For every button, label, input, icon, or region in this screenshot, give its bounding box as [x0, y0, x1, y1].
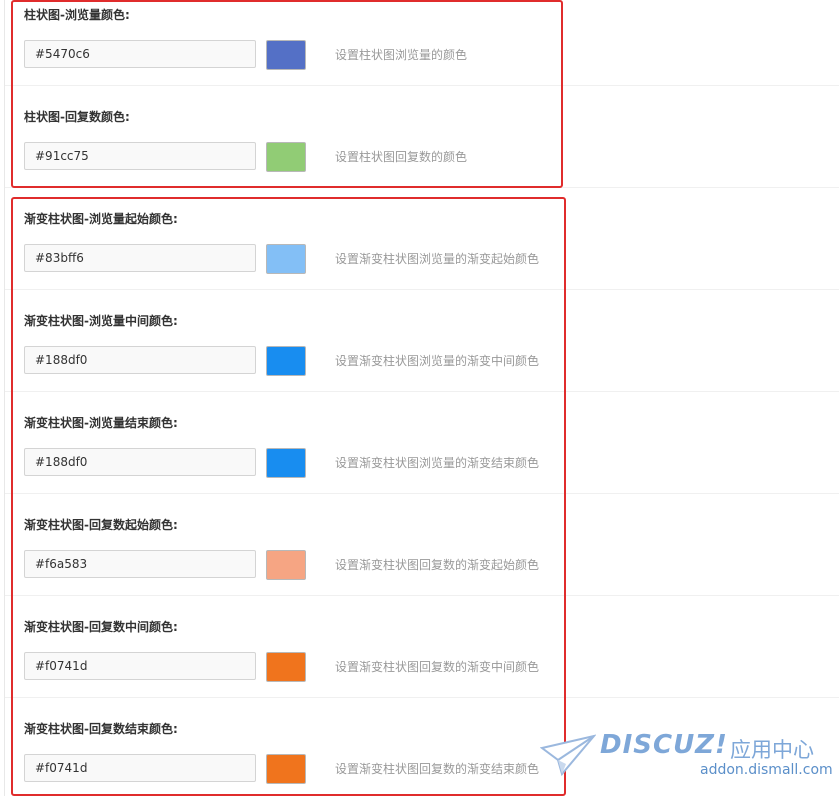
setting-description: 设置渐变柱状图浏览量的渐变中间颜色	[335, 354, 540, 368]
setting-gradient-views-middle-color: 渐变柱状图-浏览量中间颜色: 设置渐变柱状图浏览量的渐变中间颜色	[24, 306, 584, 408]
setting-description: 设置柱状图回复数的颜色	[335, 150, 468, 164]
color-input[interactable]	[24, 754, 256, 782]
setting-description: 设置渐变柱状图回复数的渐变中间颜色	[335, 660, 540, 674]
color-swatch[interactable]	[266, 550, 306, 580]
setting-description: 设置柱状图浏览量的颜色	[335, 48, 468, 62]
setting-bar-views-color: 柱状图-浏览量颜色: 设置柱状图浏览量的颜色	[24, 0, 584, 102]
color-input[interactable]	[24, 244, 256, 272]
setting-description: 设置渐变柱状图浏览量的渐变结束颜色	[335, 456, 540, 470]
setting-label: 柱状图-回复数颜色:	[24, 110, 130, 124]
setting-gradient-replies-start-color: 渐变柱状图-回复数起始颜色: 设置渐变柱状图回复数的渐变起始颜色	[24, 510, 584, 612]
watermark-logo: DISCUZ!	[600, 730, 728, 760]
setting-gradient-views-end-color: 渐变柱状图-浏览量结束颜色: 设置渐变柱状图浏览量的渐变结束颜色	[24, 408, 584, 510]
setting-label: 渐变柱状图-回复数结束颜色:	[24, 722, 178, 736]
color-input[interactable]	[24, 346, 256, 374]
color-swatch[interactable]	[266, 142, 306, 172]
left-border	[4, 0, 5, 796]
watermark-title: 应用中心	[730, 738, 814, 762]
watermark-url: addon.dismall.com	[700, 762, 833, 778]
watermark: DISCUZ! 应用中心 addon.dismall.com	[540, 730, 833, 782]
setting-label: 柱状图-浏览量颜色:	[24, 8, 130, 22]
setting-bar-replies-color: 柱状图-回复数颜色: 设置柱状图回复数的颜色	[24, 102, 584, 204]
setting-label: 渐变柱状图-回复数中间颜色:	[24, 620, 178, 634]
color-swatch[interactable]	[266, 40, 306, 70]
color-swatch[interactable]	[266, 754, 306, 784]
color-swatch[interactable]	[266, 346, 306, 376]
color-input[interactable]	[24, 448, 256, 476]
color-input[interactable]	[24, 142, 256, 170]
setting-label: 渐变柱状图-回复数起始颜色:	[24, 518, 178, 532]
setting-description: 设置渐变柱状图回复数的渐变结束颜色	[335, 762, 540, 776]
color-input[interactable]	[24, 40, 256, 68]
color-swatch[interactable]	[266, 244, 306, 274]
color-input[interactable]	[24, 550, 256, 578]
color-input[interactable]	[24, 652, 256, 680]
setting-label: 渐变柱状图-浏览量中间颜色:	[24, 314, 178, 328]
setting-gradient-views-start-color: 渐变柱状图-浏览量起始颜色: 设置渐变柱状图浏览量的渐变起始颜色	[24, 204, 584, 306]
setting-description: 设置渐变柱状图浏览量的渐变起始颜色	[335, 252, 540, 266]
setting-gradient-replies-middle-color: 渐变柱状图-回复数中间颜色: 设置渐变柱状图回复数的渐变中间颜色	[24, 612, 584, 714]
paper-plane-icon	[540, 734, 596, 777]
settings-page: 柱状图-浏览量颜色: 设置柱状图浏览量的颜色 柱状图-回复数颜色: 设置柱状图回…	[0, 0, 839, 796]
setting-description: 设置渐变柱状图回复数的渐变起始颜色	[335, 558, 540, 572]
setting-label: 渐变柱状图-浏览量起始颜色:	[24, 212, 178, 226]
setting-gradient-replies-end-color: 渐变柱状图-回复数结束颜色: 设置渐变柱状图回复数的渐变结束颜色	[24, 714, 584, 796]
setting-label: 渐变柱状图-浏览量结束颜色:	[24, 416, 178, 430]
color-swatch[interactable]	[266, 448, 306, 478]
color-swatch[interactable]	[266, 652, 306, 682]
